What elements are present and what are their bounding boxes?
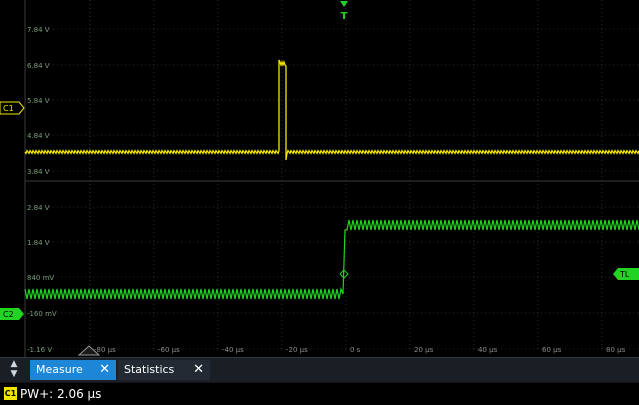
time-tick-label: 40 µs xyxy=(478,346,498,354)
c1-channel-badge: C1 xyxy=(4,387,17,400)
voltage-tick-label: -160 mV xyxy=(27,310,57,318)
tab-measure[interactable]: Measure ✕ xyxy=(30,360,116,380)
voltage-tick-label: 1.84 V xyxy=(27,239,50,247)
tab-statistics[interactable]: Statistics ✕ xyxy=(118,360,210,380)
time-tick-label: 0 s xyxy=(350,346,361,354)
close-icon[interactable]: ✕ xyxy=(193,360,204,380)
tab-statistics-label: Statistics xyxy=(124,363,175,376)
voltage-tick-label: 3.84 V xyxy=(27,168,50,176)
c1-offset-marker[interactable]: C1 xyxy=(0,101,25,115)
time-tick-label: -20 µs xyxy=(286,346,308,354)
voltage-tick-label: 7.84 V xyxy=(27,26,50,34)
oscilloscope-display[interactable]: 7.84 V 6.84 V 5.84 V 4.84 V 3.84 V 2.84 V 1.84… xyxy=(0,0,639,357)
panel-expand-arrows-icon[interactable]: ▲ ▼ xyxy=(4,359,24,381)
c1-marker-label: C1 xyxy=(3,104,14,113)
time-tick-label: -40 µs xyxy=(222,346,244,354)
voltage-tick-label: 5.84 V xyxy=(27,97,50,105)
bottom-panel: ▲ ▼ Measure ✕ Statistics ✕ C1 PW+: 2.06 µ… xyxy=(0,357,639,405)
waveform-area[interactable]: 7.84 V 6.84 V 5.84 V 4.84 V 3.84 V 2.84 V 1.84… xyxy=(0,0,639,357)
voltage-tick-label: -1.16 V xyxy=(27,346,52,354)
c2-marker-label: C2 xyxy=(3,310,14,319)
trigger-level-marker[interactable]: TL xyxy=(613,268,639,280)
voltage-tick-label: 2.84 V xyxy=(27,204,50,212)
measurement-value: PW+: 2.06 µs xyxy=(20,387,102,401)
voltage-tick-label: 840 mV xyxy=(27,274,54,282)
time-tick-label: -60 µs xyxy=(158,346,180,354)
c2-offset-marker[interactable]: C2 xyxy=(0,308,24,320)
time-tick-label: -80 µs xyxy=(94,346,116,354)
measure-tab-bar: ▲ ▼ Measure ✕ Statistics ✕ xyxy=(0,357,639,382)
trigger-marker-label: T xyxy=(341,11,348,22)
tab-measure-label: Measure xyxy=(36,363,83,376)
voltage-tick-label: 6.84 V xyxy=(27,62,50,70)
close-icon[interactable]: ✕ xyxy=(99,360,110,380)
voltage-tick-label: 4.84 V xyxy=(27,132,50,140)
time-tick-label: 20 µs xyxy=(414,346,434,354)
trigger-level-label: TL xyxy=(619,270,630,279)
time-tick-label: 60 µs xyxy=(542,346,562,354)
time-tick-label: 80 µs xyxy=(606,346,626,354)
measurement-result-row[interactable]: C1 PW+: 2.06 µs xyxy=(0,383,639,405)
